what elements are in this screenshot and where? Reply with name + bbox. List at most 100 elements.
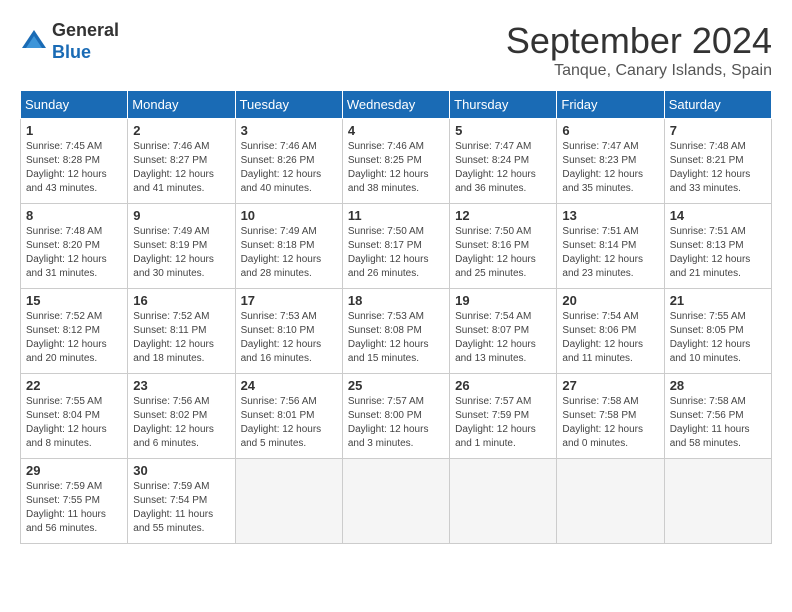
day-number: 1 <box>26 123 122 138</box>
calendar-cell: 4 Sunrise: 7:46 AM Sunset: 8:25 PM Daylig… <box>342 119 449 204</box>
calendar-cell: 15 Sunrise: 7:52 AM Sunset: 8:12 PM Dayli… <box>21 289 128 374</box>
calendar-cell: 29Sunrise: 7:59 AM Sunset: 7:55 PM Dayli… <box>21 459 128 544</box>
calendar-cell: 3 Sunrise: 7:46 AM Sunset: 8:26 PM Daylig… <box>235 119 342 204</box>
calendar-cell: 13 Sunrise: 7:51 AM Sunset: 8:14 PM Dayli… <box>557 204 664 289</box>
day-info: Sunrise: 7:53 AM Sunset: 8:08 PM Dayligh… <box>348 310 444 366</box>
day-number: 18 <box>348 293 444 308</box>
day-info: Sunrise: 7:51 AM Sunset: 8:14 PM Dayligh… <box>562 225 658 281</box>
calendar-cell: 18 Sunrise: 7:53 AM Sunset: 8:08 PM Dayli… <box>342 289 449 374</box>
day-info: Sunrise: 7:52 AM Sunset: 8:12 PM Dayligh… <box>26 310 122 366</box>
weekday-header: Thursday <box>450 91 557 119</box>
calendar-cell: 1 Sunrise: 7:45 AM Sunset: 8:28 PM Daylig… <box>21 119 128 204</box>
day-info: Sunrise: 7:50 AM Sunset: 8:17 PM Dayligh… <box>348 225 444 281</box>
day-info: Sunrise: 7:56 AM Sunset: 8:02 PM Dayligh… <box>133 395 229 451</box>
calendar-cell: 27 Sunrise: 7:58 AM Sunset: 7:58 PM Dayli… <box>557 374 664 459</box>
calendar-cell: 2 Sunrise: 7:46 AM Sunset: 8:27 PM Daylig… <box>128 119 235 204</box>
day-info: Sunrise: 7:53 AM Sunset: 8:10 PM Dayligh… <box>241 310 337 366</box>
calendar-week-row: 1 Sunrise: 7:45 AM Sunset: 8:28 PM Daylig… <box>21 119 772 204</box>
day-number: 22 <box>26 378 122 393</box>
day-number: 21 <box>670 293 766 308</box>
day-info: Sunrise: 7:59 AM Sunset: 7:54 PM Dayligh… <box>133 480 229 536</box>
day-info: Sunrise: 7:48 AM Sunset: 8:20 PM Dayligh… <box>26 225 122 281</box>
day-number: 28 <box>670 378 766 393</box>
calendar-cell: 17 Sunrise: 7:53 AM Sunset: 8:10 PM Dayli… <box>235 289 342 374</box>
day-number: 8 <box>26 208 122 223</box>
day-info: Sunrise: 7:46 AM Sunset: 8:25 PM Dayligh… <box>348 140 444 196</box>
day-info: Sunrise: 7:54 AM Sunset: 8:07 PM Dayligh… <box>455 310 551 366</box>
calendar-cell: 24 Sunrise: 7:56 AM Sunset: 8:01 PM Dayli… <box>235 374 342 459</box>
day-number: 27 <box>562 378 658 393</box>
day-info: Sunrise: 7:50 AM Sunset: 8:16 PM Dayligh… <box>455 225 551 281</box>
day-number: 29 <box>26 463 122 478</box>
day-info: Sunrise: 7:45 AM Sunset: 8:28 PM Dayligh… <box>26 140 122 196</box>
calendar-cell: 11 Sunrise: 7:50 AM Sunset: 8:17 PM Dayli… <box>342 204 449 289</box>
calendar-week-row: 8 Sunrise: 7:48 AM Sunset: 8:20 PM Daylig… <box>21 204 772 289</box>
title-block: September 2024 Tanque, Canary Islands, S… <box>506 20 772 80</box>
day-number: 26 <box>455 378 551 393</box>
day-number: 20 <box>562 293 658 308</box>
day-number: 11 <box>348 208 444 223</box>
day-info: Sunrise: 7:58 AM Sunset: 7:56 PM Dayligh… <box>670 395 766 451</box>
weekday-header-row: SundayMondayTuesdayWednesdayThursdayFrid… <box>21 91 772 119</box>
day-info: Sunrise: 7:55 AM Sunset: 8:04 PM Dayligh… <box>26 395 122 451</box>
logo-icon <box>20 28 48 56</box>
calendar-week-row: 29Sunrise: 7:59 AM Sunset: 7:55 PM Dayli… <box>21 459 772 544</box>
day-number: 6 <box>562 123 658 138</box>
day-number: 3 <box>241 123 337 138</box>
calendar-week-row: 15 Sunrise: 7:52 AM Sunset: 8:12 PM Dayli… <box>21 289 772 374</box>
calendar-cell <box>235 459 342 544</box>
calendar-cell: 30 Sunrise: 7:59 AM Sunset: 7:54 PM Dayli… <box>128 459 235 544</box>
calendar-cell: 5Sunrise: 7:47 AM Sunset: 8:24 PM Daylig… <box>450 119 557 204</box>
day-info: Sunrise: 7:49 AM Sunset: 8:19 PM Dayligh… <box>133 225 229 281</box>
day-number: 4 <box>348 123 444 138</box>
day-number: 19 <box>455 293 551 308</box>
calendar-cell: 26Sunrise: 7:57 AM Sunset: 7:59 PM Dayli… <box>450 374 557 459</box>
day-number: 7 <box>670 123 766 138</box>
calendar-cell: 7 Sunrise: 7:48 AM Sunset: 8:21 PM Daylig… <box>664 119 771 204</box>
calendar-cell <box>450 459 557 544</box>
day-number: 17 <box>241 293 337 308</box>
calendar-cell: 20 Sunrise: 7:54 AM Sunset: 8:06 PM Dayli… <box>557 289 664 374</box>
weekday-header: Sunday <box>21 91 128 119</box>
day-info: Sunrise: 7:58 AM Sunset: 7:58 PM Dayligh… <box>562 395 658 451</box>
weekday-header: Saturday <box>664 91 771 119</box>
calendar-cell: 14 Sunrise: 7:51 AM Sunset: 8:13 PM Dayli… <box>664 204 771 289</box>
calendar-cell: 21Sunrise: 7:55 AM Sunset: 8:05 PM Dayli… <box>664 289 771 374</box>
day-info: Sunrise: 7:48 AM Sunset: 8:21 PM Dayligh… <box>670 140 766 196</box>
day-number: 2 <box>133 123 229 138</box>
day-info: Sunrise: 7:51 AM Sunset: 8:13 PM Dayligh… <box>670 225 766 281</box>
calendar-cell <box>557 459 664 544</box>
weekday-header: Tuesday <box>235 91 342 119</box>
month-title: September 2024 <box>506 20 772 62</box>
day-number: 25 <box>348 378 444 393</box>
calendar-week-row: 22 Sunrise: 7:55 AM Sunset: 8:04 PM Dayli… <box>21 374 772 459</box>
calendar-table: SundayMondayTuesdayWednesdayThursdayFrid… <box>20 90 772 544</box>
day-number: 9 <box>133 208 229 223</box>
calendar-cell: 19 Sunrise: 7:54 AM Sunset: 8:07 PM Dayli… <box>450 289 557 374</box>
day-info: Sunrise: 7:46 AM Sunset: 8:26 PM Dayligh… <box>241 140 337 196</box>
logo-blue-text: Blue <box>52 42 91 62</box>
day-number: 13 <box>562 208 658 223</box>
day-number: 5 <box>455 123 551 138</box>
calendar-cell: 12Sunrise: 7:50 AM Sunset: 8:16 PM Dayli… <box>450 204 557 289</box>
calendar-cell: 23 Sunrise: 7:56 AM Sunset: 8:02 PM Dayli… <box>128 374 235 459</box>
day-info: Sunrise: 7:47 AM Sunset: 8:23 PM Dayligh… <box>562 140 658 196</box>
calendar-cell <box>342 459 449 544</box>
day-number: 15 <box>26 293 122 308</box>
logo: General Blue <box>20 20 119 63</box>
calendar-cell <box>664 459 771 544</box>
day-number: 23 <box>133 378 229 393</box>
calendar-cell: 22 Sunrise: 7:55 AM Sunset: 8:04 PM Dayli… <box>21 374 128 459</box>
day-number: 24 <box>241 378 337 393</box>
day-number: 14 <box>670 208 766 223</box>
day-info: Sunrise: 7:54 AM Sunset: 8:06 PM Dayligh… <box>562 310 658 366</box>
calendar-cell: 28 Sunrise: 7:58 AM Sunset: 7:56 PM Dayli… <box>664 374 771 459</box>
day-info: Sunrise: 7:46 AM Sunset: 8:27 PM Dayligh… <box>133 140 229 196</box>
day-info: Sunrise: 7:57 AM Sunset: 8:00 PM Dayligh… <box>348 395 444 451</box>
day-info: Sunrise: 7:49 AM Sunset: 8:18 PM Dayligh… <box>241 225 337 281</box>
day-number: 10 <box>241 208 337 223</box>
location: Tanque, Canary Islands, Spain <box>506 62 772 80</box>
day-info: Sunrise: 7:56 AM Sunset: 8:01 PM Dayligh… <box>241 395 337 451</box>
day-number: 30 <box>133 463 229 478</box>
day-number: 16 <box>133 293 229 308</box>
